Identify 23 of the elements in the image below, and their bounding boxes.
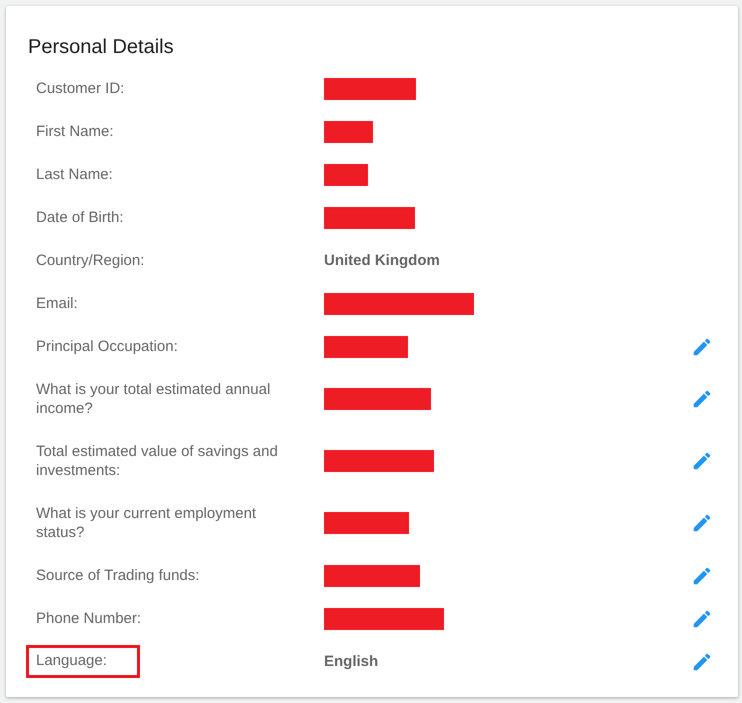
edit-button[interactable] [691,650,713,672]
field-label: Total estimated value of savings and investments: [35,442,279,480]
field-value: English [323,653,380,670]
field-label: Source of Trading funds: [35,566,200,585]
edit-button[interactable] [691,608,713,630]
edit-button[interactable] [691,564,713,586]
edit-button[interactable] [691,512,713,534]
field-label: Customer ID: [35,79,124,98]
highlighted-label: Language: [26,645,140,678]
field-label: What is your current employment status? [35,504,258,542]
field-label: Principal Occupation: [35,337,178,356]
edit-button[interactable] [691,450,713,472]
card-title: Personal Details [28,36,175,59]
field-label: First Name: [35,122,114,141]
edit-button[interactable] [691,388,713,410]
field-label: Country/Region: [35,251,144,270]
field-label: Phone Number: [35,609,142,628]
field-label: Date of Birth: [35,208,124,227]
field-label: What is your total estimated annual income? [35,380,272,418]
field-label: Last Name: [35,165,113,184]
field-value: United Kingdom [323,252,441,269]
field-label: Email: [35,294,78,313]
edit-button[interactable] [691,336,713,358]
